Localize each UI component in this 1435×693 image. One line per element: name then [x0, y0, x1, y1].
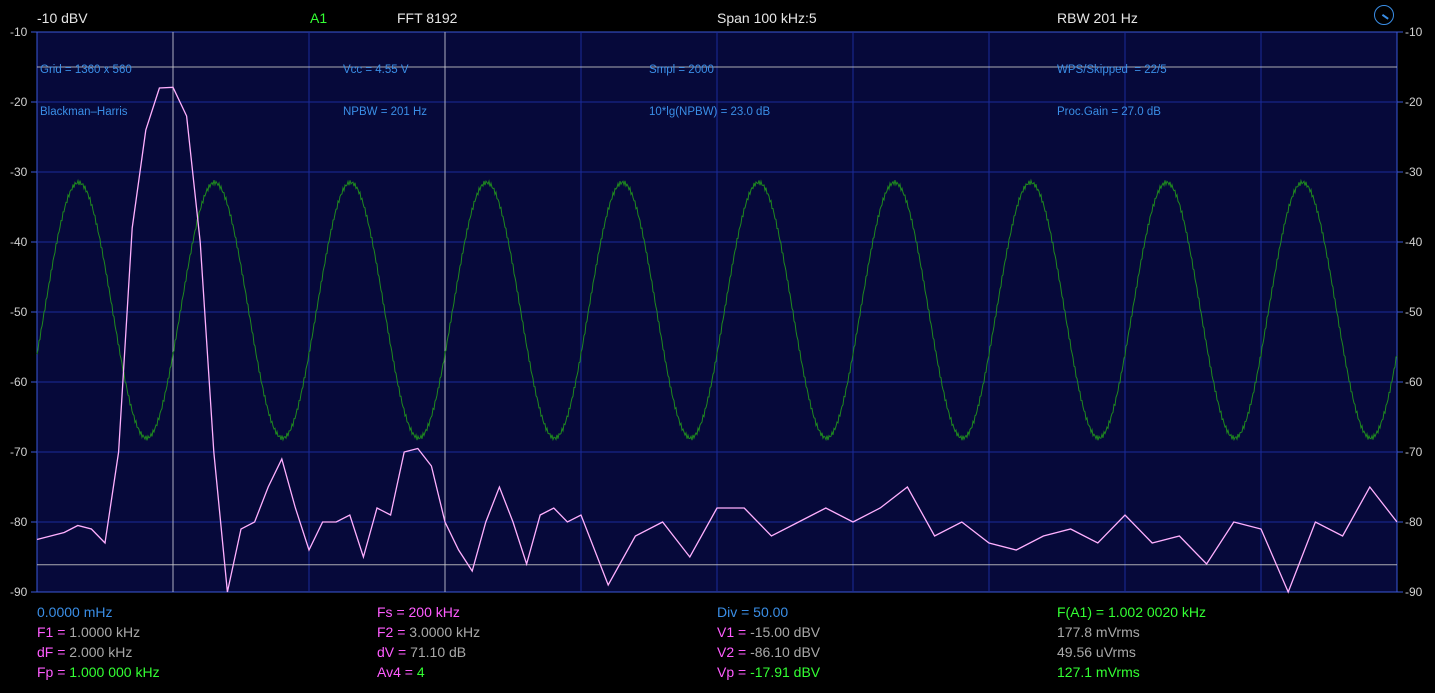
wps-skipped: WPS/Skipped = 22/5	[1057, 64, 1167, 76]
df-label: dF =	[37, 644, 70, 660]
vp-value: -17.91 dBV	[750, 664, 821, 680]
rms-1: 177.8 mVrms	[1057, 624, 1140, 640]
y-axis-label-left: -90	[10, 585, 28, 599]
y-axis-label-right: -40	[1405, 235, 1423, 249]
y-axis-label-right: -70	[1405, 445, 1423, 459]
info-col-2: Vcc = 4.55 V NPBW = 201 Hz	[343, 35, 427, 133]
grid-size: Grid = 1360 x 560	[40, 64, 132, 76]
v1-label: V1 =	[717, 624, 751, 640]
v2-value: -86.10 dBV	[750, 644, 821, 660]
av-value: 4	[416, 664, 425, 680]
av-readout: Av4 = 4	[377, 665, 425, 679]
fp-label: Fp =	[37, 664, 70, 680]
y-axis-label-left: -10	[10, 25, 28, 39]
div-value: Div = 50.00	[717, 604, 789, 620]
y-axis-label-right: -20	[1405, 95, 1423, 109]
sample-count: Smpl = 2000	[649, 64, 714, 76]
v1-readout: V1 = -15.00 dBV	[717, 625, 820, 639]
rms-2: 49.56 uVrms	[1057, 644, 1136, 660]
v2-label: V2 =	[717, 644, 751, 660]
npbw-db: 10*lg(NPBW) = 23.0 dB	[649, 106, 771, 118]
f2-value: 3.0000 kHz	[409, 624, 481, 640]
npbw-value: NPBW = 201 Hz	[343, 106, 428, 118]
f1-readout: F1 = 1.0000 kHz	[37, 625, 140, 639]
fs-value: Fs = 200 kHz	[377, 604, 460, 620]
proc-gain: Proc.Gain = 27.0 dB	[1057, 106, 1161, 118]
f1-label: F1 =	[37, 624, 70, 640]
y-axis-label-left: -20	[10, 95, 28, 109]
y-axis-label-right: -10	[1405, 25, 1423, 39]
y-axis-label-left: -50	[10, 305, 28, 319]
df-value: 2.000 kHz	[69, 644, 133, 660]
y-axis-label-right: -30	[1405, 165, 1423, 179]
y-axis-label-right: -50	[1405, 305, 1423, 319]
info-col-4: WPS/Skipped = 22/5 Proc.Gain = 27.0 dB	[1057, 35, 1167, 133]
f2-label: F2 =	[377, 624, 410, 640]
y-axis-label-right: -60	[1405, 375, 1423, 389]
f2-readout: F2 = 3.0000 kHz	[377, 625, 480, 639]
f1-value: 1.0000 kHz	[69, 624, 141, 640]
y-axis-label-right: -90	[1405, 585, 1423, 599]
av-label: Av4 =	[377, 664, 417, 680]
y-axis-label-left: -70	[10, 445, 28, 459]
dv-value: 71.10 dB	[410, 644, 467, 660]
rms-3: 127.1 mVrms	[1057, 664, 1140, 680]
y-axis-label-right: -80	[1405, 515, 1423, 529]
v2-readout: V2 = -86.10 dBV	[717, 645, 820, 659]
vp-readout: Vp = -17.91 dBV	[717, 665, 820, 679]
f-a1-value: F(A1) = 1.002 0020 kHz	[1057, 604, 1207, 620]
fp-readout: Fp = 1.000 000 kHz	[37, 665, 160, 679]
start-frequency: 0.0000 mHz	[37, 604, 113, 620]
vcc-value: Vcc = 4.55 V	[343, 64, 409, 76]
window-type: Blackman–Harris	[40, 106, 128, 118]
v1-value: -15.00 dBV	[750, 624, 821, 640]
info-col-3: Smpl = 2000 10*lg(NPBW) = 23.0 dB	[649, 35, 770, 133]
dv-label: dV =	[377, 644, 411, 660]
y-axis-label-left: -40	[10, 235, 28, 249]
fp-value: 1.000 000 kHz	[69, 664, 160, 680]
y-axis-label-left: -30	[10, 165, 28, 179]
y-axis-label-left: -60	[10, 375, 28, 389]
vp-label: Vp =	[717, 664, 751, 680]
y-axis-label-left: -80	[10, 515, 28, 529]
dv-readout: dV = 71.10 dB	[377, 645, 466, 659]
info-col-1: Grid = 1360 x 560 Blackman–Harris	[40, 35, 132, 133]
df-readout: dF = 2.000 kHz	[37, 645, 132, 659]
